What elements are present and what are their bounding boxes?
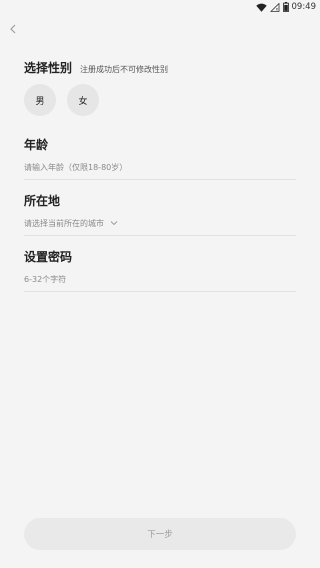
location-placeholder: 请选择当前所在的城市 [24, 218, 104, 228]
gender-title: 选择性别 [24, 61, 73, 75]
status-time: 09:49 [291, 2, 317, 12]
chevron-left-icon [9, 19, 17, 38]
back-button[interactable] [6, 20, 20, 36]
location-label: 所在地 [24, 194, 61, 208]
gender-note: 注册成功后不可修改性别 [80, 65, 169, 74]
svg-text:x: x [275, 6, 278, 11]
location-field[interactable]: 请选择当前所在的城市 [24, 211, 296, 236]
age-label: 年龄 [24, 138, 49, 152]
next-button[interactable]: 下一步 [24, 518, 296, 550]
gender-header: 选择性别 注册成功后不可修改性别 [24, 59, 168, 76]
signal-icon: x [269, 2, 280, 12]
password-label: 设置密码 [24, 250, 73, 264]
battery-icon [282, 2, 289, 12]
age-field[interactable]: 请输入年龄（仅限18-80岁） [24, 155, 296, 180]
chevron-down-icon [110, 220, 118, 226]
status-icons: x 09:49 [255, 1, 317, 13]
age-placeholder: 请输入年龄（仅限18-80岁） [24, 162, 128, 172]
wifi-icon [255, 3, 267, 12]
password-placeholder: 6-32个字符 [24, 274, 67, 284]
gender-female-button[interactable]: 女 [67, 84, 99, 116]
password-field[interactable]: 6-32个字符 [24, 267, 296, 292]
status-bar: x 09:49 [0, 0, 320, 14]
gender-male-button[interactable]: 男 [24, 84, 56, 116]
